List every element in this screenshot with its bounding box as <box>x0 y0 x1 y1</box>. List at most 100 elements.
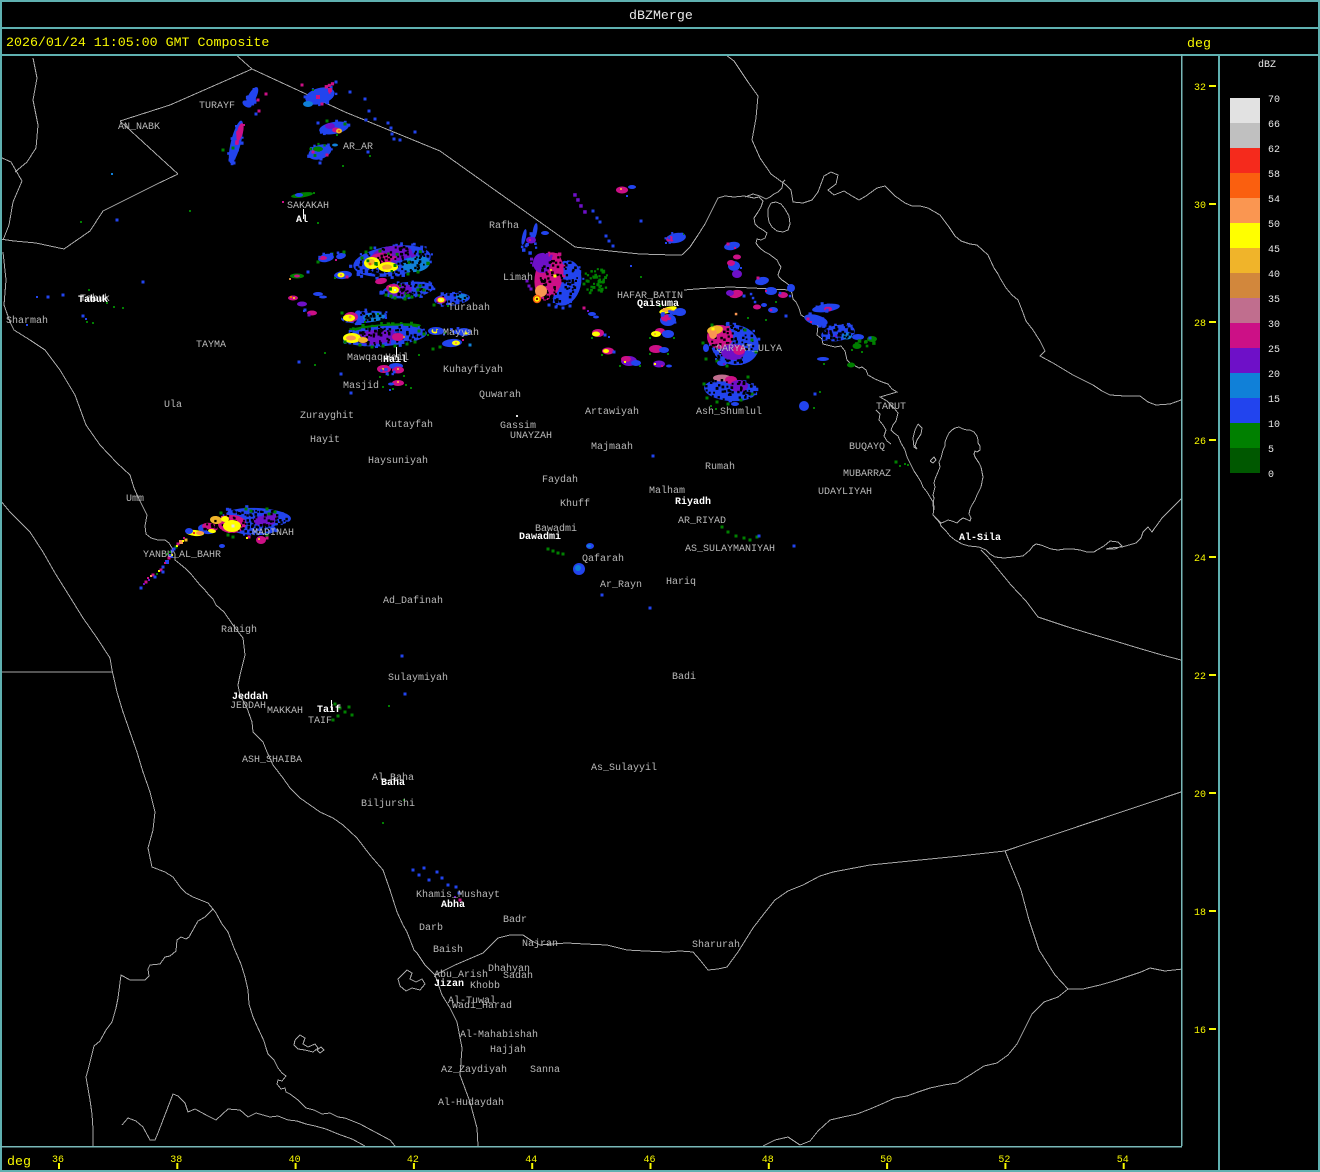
svg-text:TAIF: TAIF <box>308 716 332 727</box>
svg-text:Najran: Najran <box>522 938 558 950</box>
svg-text:Baha: Baha <box>381 777 405 789</box>
svg-text:26: 26 <box>1194 437 1206 448</box>
svg-text:Al-Sila: Al-Sila <box>959 532 1001 544</box>
svg-text:AS_SULAYMANIYAH: AS_SULAYMANIYAH <box>685 544 775 555</box>
svg-text:Limah: Limah <box>503 272 533 284</box>
svg-text:Badi: Badi <box>672 671 696 683</box>
svg-text:Khobb: Khobb <box>470 980 500 992</box>
svg-text:AR_RIYAD: AR_RIYAD <box>678 516 726 527</box>
svg-text:Sanna: Sanna <box>530 1065 560 1076</box>
svg-text:28: 28 <box>1194 319 1206 330</box>
svg-text:Qafarah: Qafarah <box>582 553 624 565</box>
svg-text:0: 0 <box>1268 470 1274 481</box>
svg-text:deg: deg <box>7 1154 31 1169</box>
svg-text:Sadah: Sadah <box>503 970 533 982</box>
svg-text:Sulaymiyah: Sulaymiyah <box>388 672 448 684</box>
svg-text:Hajjah: Hajjah <box>490 1044 526 1056</box>
svg-text:Al: Al <box>296 214 308 226</box>
svg-text:Hariq: Hariq <box>666 576 696 588</box>
svg-text:Rabigh: Rabigh <box>221 624 257 636</box>
svg-text:AR_AR: AR_AR <box>343 142 373 153</box>
svg-text:Dawadmi: Dawadmi <box>519 531 561 543</box>
svg-text:Taif: Taif <box>317 704 341 716</box>
svg-text:Umm: Umm <box>126 494 144 505</box>
svg-text:Riyadh: Riyadh <box>675 496 711 508</box>
svg-text:2026/01/24 11:05:00 GMT Compos: 2026/01/24 11:05:00 GMT Composite <box>6 35 269 50</box>
svg-text:Baish: Baish <box>433 944 463 956</box>
svg-text:Majmaah: Majmaah <box>591 441 633 453</box>
svg-text:5: 5 <box>1268 445 1274 456</box>
svg-text:30: 30 <box>1268 320 1280 331</box>
svg-text:ASH_SHAIBA: ASH_SHAIBA <box>242 755 302 766</box>
svg-text:AN_NABK: AN_NABK <box>118 122 160 133</box>
svg-text:Az_Zaydiyah: Az_Zaydiyah <box>441 1064 507 1076</box>
svg-text:35: 35 <box>1268 295 1280 306</box>
svg-text:TARUT: TARUT <box>876 402 906 413</box>
svg-text:dBZMerge: dBZMerge <box>629 8 693 23</box>
svg-text:Sharmah: Sharmah <box>6 315 48 327</box>
svg-text:UNAYZAH: UNAYZAH <box>510 431 552 442</box>
svg-text:JEDDAH: JEDDAH <box>230 701 266 712</box>
svg-text:Abha: Abha <box>441 899 465 911</box>
svg-text:Turabah: Turabah <box>448 302 490 314</box>
svg-text:Badr: Badr <box>503 914 527 926</box>
svg-text:Ar_Rayn: Ar_Rayn <box>600 580 642 591</box>
svg-text:62: 62 <box>1268 145 1280 156</box>
svg-text:TURAYF: TURAYF <box>199 101 235 112</box>
svg-text:Jizan: Jizan <box>434 978 464 990</box>
svg-text:MUBARRAZ: MUBARRAZ <box>843 469 891 480</box>
svg-text:66: 66 <box>1268 120 1280 131</box>
svg-text:Kutayfah: Kutayfah <box>385 419 433 431</box>
svg-text:20: 20 <box>1194 790 1206 801</box>
svg-text:SAKAKAH: SAKAKAH <box>287 201 329 212</box>
svg-text:40: 40 <box>1268 270 1280 281</box>
svg-text:Ula: Ula <box>164 399 182 411</box>
svg-text:Sharurah: Sharurah <box>692 939 740 951</box>
svg-text:TAYMA: TAYMA <box>196 340 226 351</box>
svg-text:Zurayghit: Zurayghit <box>300 410 354 422</box>
svg-text:30: 30 <box>1194 201 1206 212</box>
svg-text:UDAYLIYAH: UDAYLIYAH <box>818 487 872 498</box>
svg-text:Wadi_Harad: Wadi_Harad <box>452 1000 512 1012</box>
svg-text:Qaisuma: Qaisuma <box>637 298 679 310</box>
svg-text:Faydah: Faydah <box>542 474 578 486</box>
svg-text:As_Sulayyil: As_Sulayyil <box>591 762 657 774</box>
svg-text:Artawiyah: Artawiyah <box>585 406 639 418</box>
svg-text:32: 32 <box>1194 83 1206 94</box>
svg-text:45: 45 <box>1268 245 1280 256</box>
svg-text:deg: deg <box>1187 36 1211 51</box>
svg-text:Quwarah: Quwarah <box>479 389 521 401</box>
svg-text:Ad_Dafinah: Ad_Dafinah <box>383 595 443 607</box>
svg-text:MADINAH: MADINAH <box>252 528 294 539</box>
svg-text:10: 10 <box>1268 420 1280 431</box>
svg-text:BUQAYQ: BUQAYQ <box>849 442 885 453</box>
svg-text:Khuff: Khuff <box>560 498 590 510</box>
svg-text:Tabuk: Tabuk <box>78 294 108 306</box>
svg-text:Masjid: Masjid <box>343 380 379 392</box>
svg-text:Malham: Malham <box>649 485 685 497</box>
svg-text:Biljurshi: Biljurshi <box>361 798 415 810</box>
svg-text:24: 24 <box>1194 554 1206 565</box>
svg-text:Darb: Darb <box>419 922 443 934</box>
svg-text:54: 54 <box>1268 195 1280 206</box>
svg-text:Ash_Shumlul: Ash_Shumlul <box>696 406 762 418</box>
svg-text:Kuhayfiyah: Kuhayfiyah <box>443 364 503 376</box>
svg-text:25: 25 <box>1268 345 1280 356</box>
svg-text:Mayyah: Mayyah <box>443 327 479 339</box>
svg-text:22: 22 <box>1194 672 1206 683</box>
svg-text:dBZ: dBZ <box>1258 59 1276 71</box>
svg-text:QARYAT_ULYA: QARYAT_ULYA <box>716 344 782 355</box>
svg-text:MAKKAH: MAKKAH <box>267 706 303 717</box>
svg-text:Mawqaq: Mawqaq <box>347 353 383 364</box>
svg-text:Al-Hudaydah: Al-Hudaydah <box>438 1097 504 1109</box>
svg-text:YANBU_AL_BAHR: YANBU_AL_BAHR <box>143 550 221 561</box>
svg-text:Al-Mahabishah: Al-Mahabishah <box>460 1029 538 1041</box>
svg-text:20: 20 <box>1268 370 1280 381</box>
svg-text:15: 15 <box>1268 395 1280 406</box>
svg-text:Rafha: Rafha <box>489 220 519 232</box>
svg-text:Hail: Hail <box>383 354 407 366</box>
svg-text:Rumah: Rumah <box>705 461 735 473</box>
svg-text:16: 16 <box>1194 1026 1206 1037</box>
svg-text:Haysuniyah: Haysuniyah <box>368 455 428 467</box>
svg-text:50: 50 <box>1268 220 1280 231</box>
